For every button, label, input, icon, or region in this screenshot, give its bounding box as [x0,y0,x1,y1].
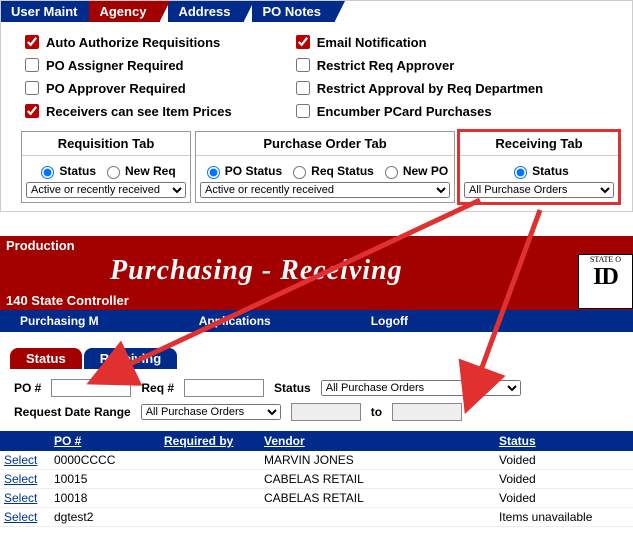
receiving-tab-title: Receiving Tab [460,132,618,156]
menu-applications[interactable]: Applications [199,314,271,328]
req-input[interactable] [184,379,264,397]
select-link[interactable]: Select [4,491,37,505]
header-required-by[interactable]: Required by [164,434,264,448]
header-status[interactable]: Status [499,434,629,448]
select-link[interactable]: Select [4,472,37,486]
date-range-select[interactable]: All Purchase Orders [141,404,281,420]
grid-header: PO # Required by Vendor Status [0,431,633,451]
radio-req-status-label: Status [59,164,96,178]
tab-agency[interactable]: Agency [89,1,160,22]
menu-bar: Purchasing M Applications Logoff [0,310,633,332]
radio-req-status[interactable] [41,166,54,179]
label-receivers-prices: Receivers can see Item Prices [46,104,232,119]
tab-address[interactable]: Address [168,1,244,22]
cell-po: dgtest2 [54,510,164,524]
cell-po: 10018 [54,491,164,505]
label-po-assigner: PO Assigner Required [46,58,184,73]
radio-recv-status-label: Status [532,164,569,178]
cell-vendor: CABELAS RETAIL [264,491,499,505]
receiving-tab-panel: Receiving Tab Status All Purchase Orders [459,131,619,203]
radio-po-status[interactable] [207,166,220,179]
menu-purchasing[interactable]: Purchasing M [20,314,99,328]
label-encumber-pcard: Encumber PCard Purchases [317,104,492,119]
production-label: Production [0,236,633,255]
checkbox-encumber-pcard[interactable] [296,104,310,118]
radio-req-newreq[interactable] [107,166,120,179]
cell-vendor: CABELAS RETAIL [264,472,499,486]
select-req-default[interactable]: Active or recently received [26,182,186,198]
radio-po-reqstatus-label: Req Status [311,164,374,178]
label-restrict-req-approver: Restrict Req Approver [317,58,455,73]
cell-po: 10015 [54,472,164,486]
table-row: Select 10015 CABELAS RETAILVoided [0,470,633,489]
state-logo: STATE O ID [578,254,633,309]
logo-top-text: STATE O [579,255,632,264]
cell-status: Voided [499,453,629,467]
tab-user-maint[interactable]: User Maint [1,1,91,22]
requisition-tab-panel: Requisition Tab Status New Req Active or… [21,131,191,203]
cell-status: Voided [499,491,629,505]
checkbox-restrict-req-approver[interactable] [296,58,310,72]
header-vendor[interactable]: Vendor [264,434,499,448]
checkbox-po-approver[interactable] [25,81,39,95]
date-from-input[interactable] [291,403,361,421]
options-left: Auto Authorize Requisitions PO Assigner … [21,32,232,121]
select-link[interactable]: Select [4,453,37,467]
cell-required-by [164,453,264,467]
cell-required-by [164,472,264,486]
label-email-notification: Email Notification [317,35,427,50]
select-link[interactable]: Select [4,510,37,524]
checkbox-restrict-by-dept[interactable] [296,81,310,95]
table-row: Select dgtest2 Items unavailable [0,508,633,527]
radio-po-newpo[interactable] [385,166,398,179]
top-tabs: User Maint Agency Address PO Notes [1,1,632,22]
label-po-approver: PO Approver Required [46,81,186,96]
tab-receiving[interactable]: Receiving [84,348,177,369]
checkbox-email-notification[interactable] [296,35,310,49]
options-right: Email Notification Restrict Req Approver… [292,32,543,121]
purchase-order-tab-panel: Purchase Order Tab PO Status Req Status … [195,131,455,203]
controller-label: 140 State Controller [0,291,633,310]
cell-vendor: MARVIN JONES [264,453,499,467]
tab-status[interactable]: Status [10,348,82,369]
select-recv-default[interactable]: All Purchase Orders [464,182,614,198]
purchase-order-tab-title: Purchase Order Tab [196,132,454,156]
requisition-tab-title: Requisition Tab [22,132,190,156]
table-row: Select 0000CCCC MARVIN JONESVoided [0,451,633,470]
cell-status: Voided [499,472,629,486]
checkbox-auto-authorize[interactable] [25,35,39,49]
checkbox-po-assigner[interactable] [25,58,39,72]
radio-po-status-label: PO Status [225,164,282,178]
header-po[interactable]: PO # [54,434,164,448]
tab-po-notes[interactable]: PO Notes [252,1,335,22]
req-label: Req # [141,381,174,395]
radio-req-newreq-label: New Req [125,164,176,178]
table-row: Select 10018 CABELAS RETAILVoided [0,489,633,508]
cell-vendor [264,510,499,524]
date-range-label: Request Date Range [14,405,131,419]
select-po-default[interactable]: Active or recently received [200,182,450,198]
status-select[interactable]: All Purchase Orders [321,380,521,396]
cell-required-by [164,510,264,524]
label-auto-authorize: Auto Authorize Requisitions [46,35,220,50]
page-title: Purchasing - Receiving [0,255,633,291]
cell-po: 0000CCCC [54,453,164,467]
radio-recv-status[interactable] [514,166,527,179]
radio-po-newpo-label: New PO [403,164,448,178]
cell-required-by [164,491,264,505]
label-restrict-by-dept: Restrict Approval by Req Departmen [317,81,543,96]
logo-big-text: ID [579,264,632,291]
cell-status: Items unavailable [499,510,629,524]
menu-logoff[interactable]: Logoff [371,314,408,328]
date-to-input[interactable] [392,403,462,421]
checkbox-receivers-prices[interactable] [25,104,39,118]
po-label: PO # [14,381,41,395]
po-input[interactable] [51,379,131,397]
radio-po-reqstatus[interactable] [293,166,306,179]
date-to-label: to [371,405,382,419]
status-label: Status [274,381,311,395]
